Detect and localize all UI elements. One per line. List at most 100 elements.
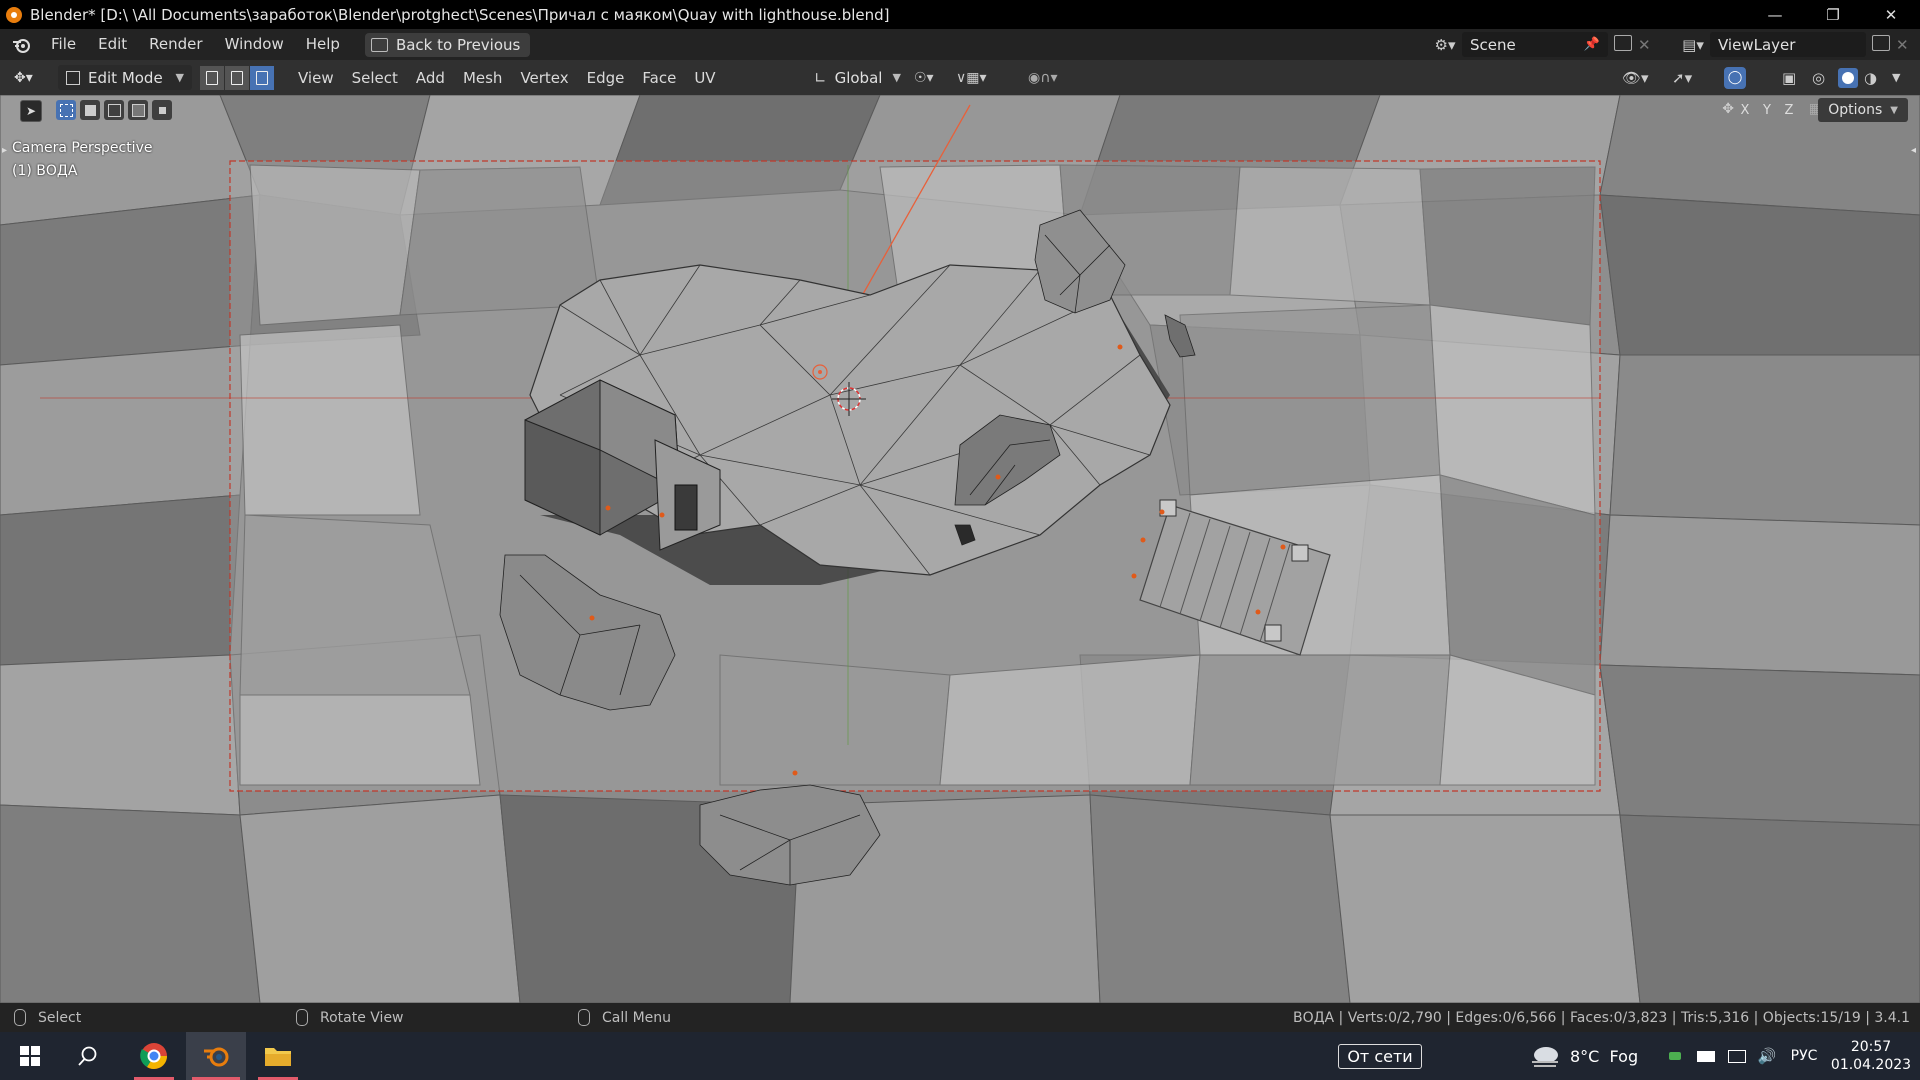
visibility-icon[interactable]: 👁▾ [1622, 69, 1649, 87]
language-indicator[interactable]: РУС [1784, 1032, 1824, 1080]
scene-selector: ⚙▾ Scene 📌 ✕ [1428, 32, 1651, 57]
menu-mesh[interactable]: Mesh [454, 69, 512, 87]
menu-edit[interactable]: Edit [87, 29, 138, 60]
back-to-previous-button[interactable]: Back to Previous [364, 32, 531, 57]
vertex-select-button[interactable] [200, 65, 225, 90]
volume-icon[interactable]: 🔊 [1754, 1032, 1780, 1080]
chevron-down-icon: ▼ [175, 71, 184, 84]
xray-icon[interactable]: ▣ [1782, 69, 1796, 87]
tray-gpu-icon[interactable] [1666, 1032, 1684, 1080]
menu-render[interactable]: Render [138, 29, 213, 60]
select-tool-icon[interactable]: ➤ [20, 100, 42, 122]
solid-shading-icon[interactable] [1838, 67, 1858, 88]
mirror-x-toggle[interactable]: X [1736, 98, 1754, 122]
battery-icon[interactable] [1694, 1032, 1718, 1080]
weather-widget[interactable]: 8°C Fog [1528, 1032, 1648, 1080]
edge-select-button[interactable] [225, 65, 250, 90]
options-dropdown[interactable]: Options ▼ [1818, 98, 1908, 122]
pin-icon[interactable]: 📌 [1584, 37, 1600, 52]
mirror-y-toggle[interactable]: Y [1758, 98, 1776, 122]
snap-icon[interactable]: ∨▦▾ [956, 70, 987, 86]
delete-scene-icon[interactable]: ✕ [1638, 36, 1651, 54]
wireframe-shading-icon[interactable]: ◎ [1812, 69, 1825, 87]
network-status-widget[interactable]: От сети [1322, 1032, 1438, 1080]
pivot-point-icon[interactable]: ☉▾ [914, 70, 934, 86]
fog-cloud-icon [1532, 1047, 1558, 1067]
clock-widget[interactable]: 20:57 01.04.2023 [1830, 1032, 1912, 1080]
delete-view-layer-icon[interactable]: ✕ [1896, 36, 1909, 54]
mode-extend-icon[interactable] [80, 100, 100, 120]
rotate-hint-label: Rotate View [320, 1009, 404, 1026]
search-icon [78, 1046, 97, 1066]
viewport-header: ✥▾ Edit Mode ▼ View Select Add Mesh Vert… [0, 60, 1920, 95]
menu-vertex[interactable]: Vertex [511, 69, 577, 87]
taskbar-blender-button[interactable] [186, 1032, 246, 1080]
taskbar-chrome-button[interactable] [128, 1032, 180, 1080]
new-view-layer-icon[interactable] [1872, 34, 1890, 55]
chevron-down-icon: ▼ [1890, 104, 1898, 116]
start-button[interactable] [6, 1032, 54, 1080]
proportional-edit-icon[interactable]: ◉∩▾ [1028, 70, 1058, 86]
view-layer-name-field[interactable]: ViewLayer [1710, 32, 1866, 57]
mode-subtract-icon[interactable] [104, 100, 124, 120]
scene-browse-icon[interactable]: ⚙▾ [1428, 36, 1462, 54]
mode-dropdown[interactable]: Edit Mode ▼ [58, 65, 192, 90]
mouse-left-icon [14, 1009, 26, 1026]
mode-set-icon[interactable] [56, 100, 76, 120]
blender-app-icon [6, 6, 22, 23]
search-button[interactable] [64, 1032, 112, 1080]
mode-label: Edit Mode [88, 68, 163, 87]
orientation-icon: ∟ [814, 68, 827, 87]
active-object-label: (1) ВОДА [12, 163, 78, 179]
mode-intersect-icon[interactable] [152, 100, 172, 120]
material-shading-icon[interactable]: ◑ [1864, 69, 1877, 87]
blender-icon [204, 1047, 229, 1067]
status-bar: Select Rotate View Call Menu ВОДА | Vert… [0, 1003, 1920, 1032]
menu-view[interactable]: View [289, 69, 343, 87]
taskbar-explorer-button[interactable] [252, 1032, 304, 1080]
shading-options-icon[interactable]: ▼ [1892, 71, 1900, 84]
select-hint-label: Select [38, 1009, 82, 1026]
mirror-z-toggle[interactable]: Z [1780, 98, 1798, 122]
toolbar-expand-arrow-icon[interactable]: ▸ [2, 145, 7, 156]
blender-logo-icon[interactable] [10, 36, 32, 54]
close-button[interactable]: ✕ [1862, 0, 1920, 29]
view-perspective-label: Camera Perspective [12, 140, 153, 156]
menu-window[interactable]: Window [214, 29, 295, 60]
status-rotate-hint: Rotate View [296, 1003, 404, 1032]
network-status-label: От сети [1338, 1043, 1422, 1069]
3d-viewport[interactable]: ➤ ✥ X Y Z ▦ Options ▼ Camera Perspective… [0, 95, 1920, 1003]
sidebar-expand-arrow-icon[interactable]: ◂ [1911, 145, 1916, 156]
network-icon[interactable] [1724, 1032, 1750, 1080]
menu-select[interactable]: Select [343, 69, 407, 87]
editor-type-icon[interactable]: ✥▾ [14, 70, 52, 86]
windows-taskbar: От сети 8°C Fog 🔊 РУС 20:57 01.04.2023 [0, 1032, 1920, 1080]
transform-gizmo-toggle-icon[interactable]: ✥ [1722, 101, 1734, 117]
menu-edge[interactable]: Edge [578, 69, 634, 87]
viewport-tool-settings: ➤ ✥ X Y Z ▦ Options ▼ [0, 95, 1920, 125]
view-layer-browse-icon[interactable]: ▤▾ [1676, 36, 1710, 54]
new-scene-icon[interactable] [1614, 34, 1632, 55]
scene-name-field[interactable]: Scene 📌 [1462, 32, 1608, 57]
chevron-down-icon: ▼ [892, 71, 901, 84]
transform-orientation-dropdown[interactable]: ∟ Global ▼ [806, 65, 904, 90]
face-select-button[interactable] [250, 65, 275, 90]
viewport-info-overlay: Camera Perspective (1) ВОДА [12, 137, 152, 183]
minimize-button[interactable]: — [1746, 0, 1804, 29]
edit-mode-icon [66, 70, 80, 85]
clock-time: 20:57 [1850, 1039, 1892, 1055]
menu-help[interactable]: Help [295, 29, 351, 60]
restore-button[interactable]: ❐ [1804, 0, 1862, 29]
language-label: РУС [1790, 1048, 1818, 1064]
scene-name: Scene [1470, 35, 1516, 54]
menu-add[interactable]: Add [407, 69, 454, 87]
menu-face[interactable]: Face [633, 69, 685, 87]
mode-invert-icon[interactable] [128, 100, 148, 120]
overlays-icon[interactable]: ◯ [1724, 66, 1746, 89]
options-label: Options [1828, 102, 1883, 118]
weather-label: 8°C Fog [1570, 1046, 1639, 1066]
gizmo-icon[interactable]: ➚▾ [1672, 69, 1692, 87]
menu-uv[interactable]: UV [685, 69, 724, 87]
menu-file[interactable]: File [40, 29, 87, 60]
back-to-previous-label: Back to Previous [395, 35, 521, 54]
